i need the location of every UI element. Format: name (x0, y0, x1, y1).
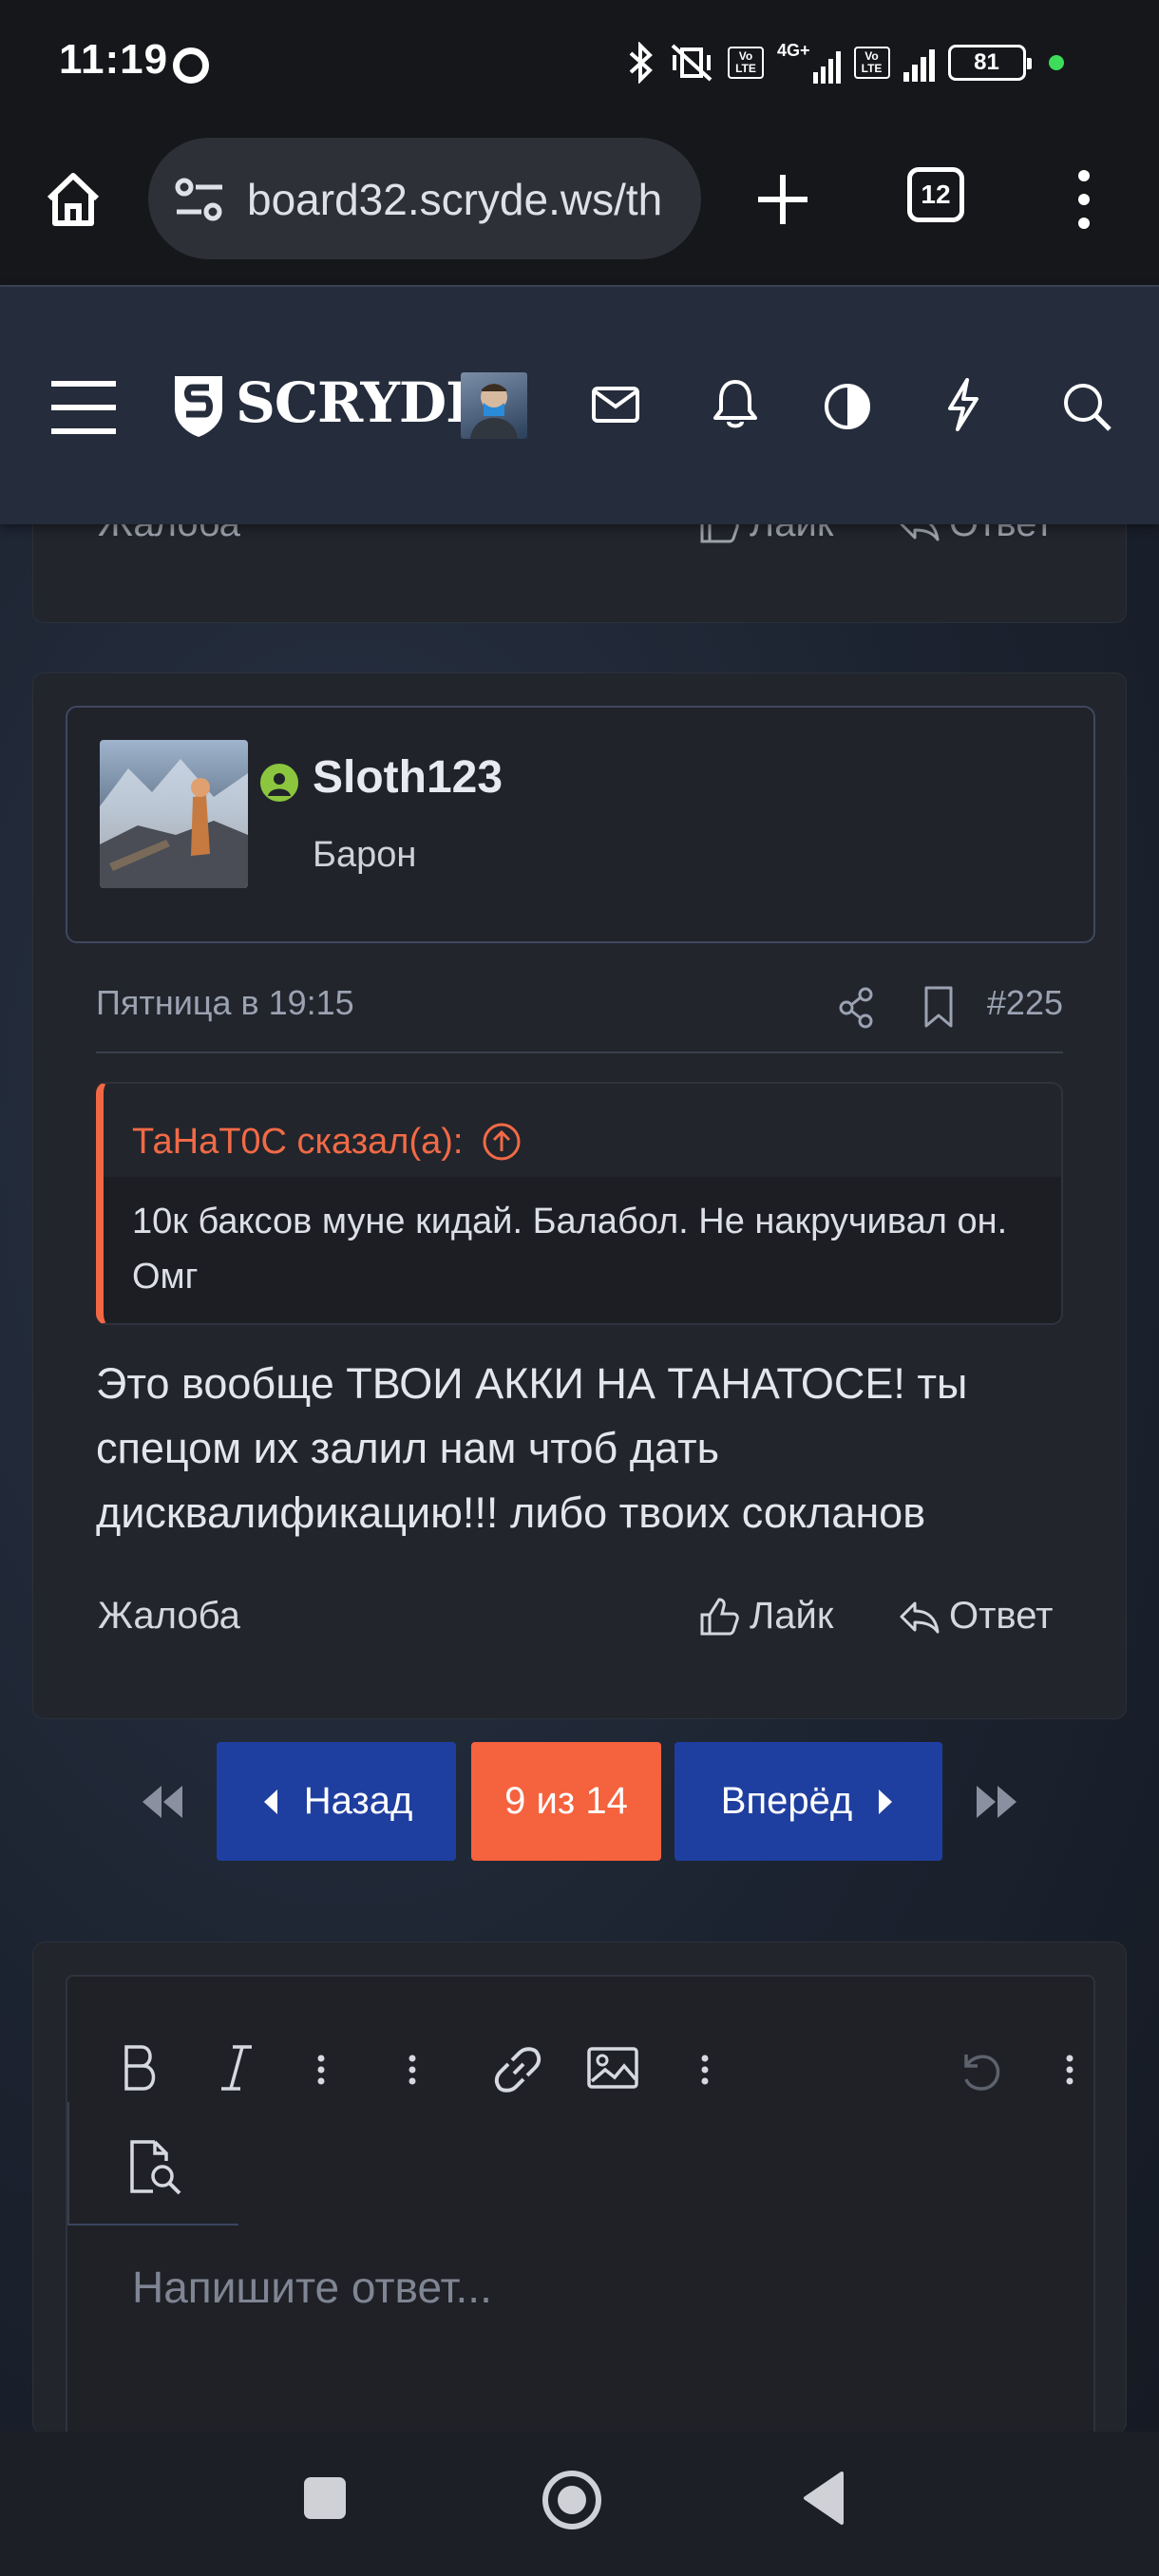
italic-icon[interactable] (218, 2043, 256, 2093)
notification-circle-icon (173, 47, 209, 84)
volte-icon: Vo LTE (728, 47, 764, 79)
image-icon[interactable] (586, 2043, 639, 2091)
url-bar[interactable]: board32.scryde.ws/th (148, 138, 701, 259)
reply-editor-card: Напишите ответ... (32, 1941, 1127, 2450)
share-icon[interactable] (837, 987, 875, 1029)
next-page-button[interactable]: Вперёд (674, 1742, 942, 1861)
status-icons: Vo LTE 4G+ Vo LTE 81 (627, 36, 1064, 89)
like-label: Лайк (750, 1595, 834, 1637)
first-page-icon[interactable] (141, 1780, 184, 1824)
reply-label: Ответ (949, 1595, 1054, 1637)
browser-toolbar: board32.scryde.ws/th 12 (0, 128, 1159, 285)
user-avatar[interactable] (461, 372, 527, 439)
preview-icon (130, 2140, 181, 2195)
quote-block: ТаНаТ0С сказал(а): 10к баксов муне кидай… (96, 1082, 1063, 1325)
post-body: Это вообще ТВОИ АККИ НА ТАНАТОСЕ! ты спе… (96, 1359, 968, 1537)
post-date[interactable]: Пятница в 19:15 (96, 983, 354, 1023)
reply-editor: Напишите ответ... (66, 1975, 1095, 2450)
username[interactable]: Sloth123 (313, 751, 503, 804)
reply-button[interactable]: Ответ (898, 1595, 1053, 1638)
signal-icon (902, 44, 935, 82)
thumb-up-icon (700, 1597, 739, 1635)
report-link[interactable]: Жалоба (98, 1595, 240, 1638)
jump-to-quote-icon[interactable] (482, 1122, 522, 1162)
bold-icon[interactable] (121, 2043, 159, 2093)
signal-4g-icon: 4G+ (777, 42, 841, 84)
post-avatar[interactable] (100, 740, 248, 888)
back-button[interactable] (800, 2470, 847, 2527)
scryde-logo-icon[interactable] (171, 370, 226, 439)
quote-header[interactable]: ТаНаТ0С сказал(а): (104, 1084, 1061, 1177)
recents-button[interactable] (304, 2477, 346, 2519)
reply-icon (900, 1601, 940, 1633)
caret-right-icon (879, 1789, 893, 1814)
home-icon[interactable] (42, 168, 104, 231)
quote-text: 10к баксов муне кидай. Балабол. Не накру… (132, 1202, 1008, 1297)
link-icon[interactable] (491, 2043, 544, 2096)
privacy-dot (1048, 55, 1064, 70)
volte-icon-2: Vo LTE (853, 47, 890, 79)
post-card: Sloth123 Барон Пятница в 19:15 #225 ТаНа… (32, 672, 1127, 1719)
battery-icon: 81 (947, 45, 1032, 81)
more-paragraph-options-icon[interactable] (408, 2055, 417, 2085)
system-nav-bar (0, 2432, 1159, 2576)
like-button[interactable]: Лайк (698, 1595, 833, 1638)
reply-input[interactable]: Напишите ответ... (132, 2262, 492, 2313)
tab-switcher[interactable]: 12 (907, 167, 964, 222)
lightning-icon[interactable] (946, 378, 980, 431)
prev-page-button[interactable]: Назад (217, 1742, 456, 1861)
status-bar: 11:19 Vo LTE 4G+ Vo LTE 81 (0, 0, 1159, 128)
bell-icon[interactable] (711, 378, 760, 429)
more-insert-options-icon[interactable] (700, 2055, 710, 2085)
user-card: Sloth123 Барон (66, 706, 1095, 943)
preview-button[interactable] (67, 2102, 238, 2226)
mute-vibrate-icon (671, 44, 712, 82)
post-meta: Пятница в 19:15 #225 (96, 979, 1063, 1053)
url-text[interactable]: board32.scryde.ws/th (247, 174, 662, 225)
last-page-icon[interactable] (975, 1780, 1018, 1824)
bluetooth-icon (629, 42, 653, 84)
site-header: SCRYDE (0, 285, 1159, 524)
new-tab-icon[interactable] (754, 171, 811, 228)
more-editor-options-icon[interactable] (1065, 2055, 1074, 2085)
site-settings-icon[interactable] (173, 176, 226, 223)
site-logo[interactable]: SCRYDE (236, 370, 487, 435)
post-number[interactable]: #225 (987, 983, 1063, 1023)
bookmark-icon[interactable] (922, 985, 955, 1029)
current-page-indicator[interactable]: 9 из 14 (471, 1742, 661, 1861)
clock: 11:19 (59, 36, 169, 83)
search-icon[interactable] (1060, 380, 1113, 433)
menu-icon[interactable] (49, 380, 118, 435)
home-button[interactable] (542, 2470, 602, 2530)
mail-icon[interactable] (591, 386, 640, 424)
more-text-options-icon[interactable] (316, 2055, 326, 2085)
online-status-icon (256, 759, 303, 806)
user-title: Барон (313, 835, 417, 875)
quote-author[interactable]: ТаНаТ0С сказал(а): (132, 1122, 463, 1163)
undo-icon[interactable] (957, 2047, 1004, 2094)
caret-left-icon (263, 1789, 277, 1814)
contrast-icon[interactable] (823, 382, 872, 431)
more-options-icon[interactable] (1070, 166, 1098, 233)
